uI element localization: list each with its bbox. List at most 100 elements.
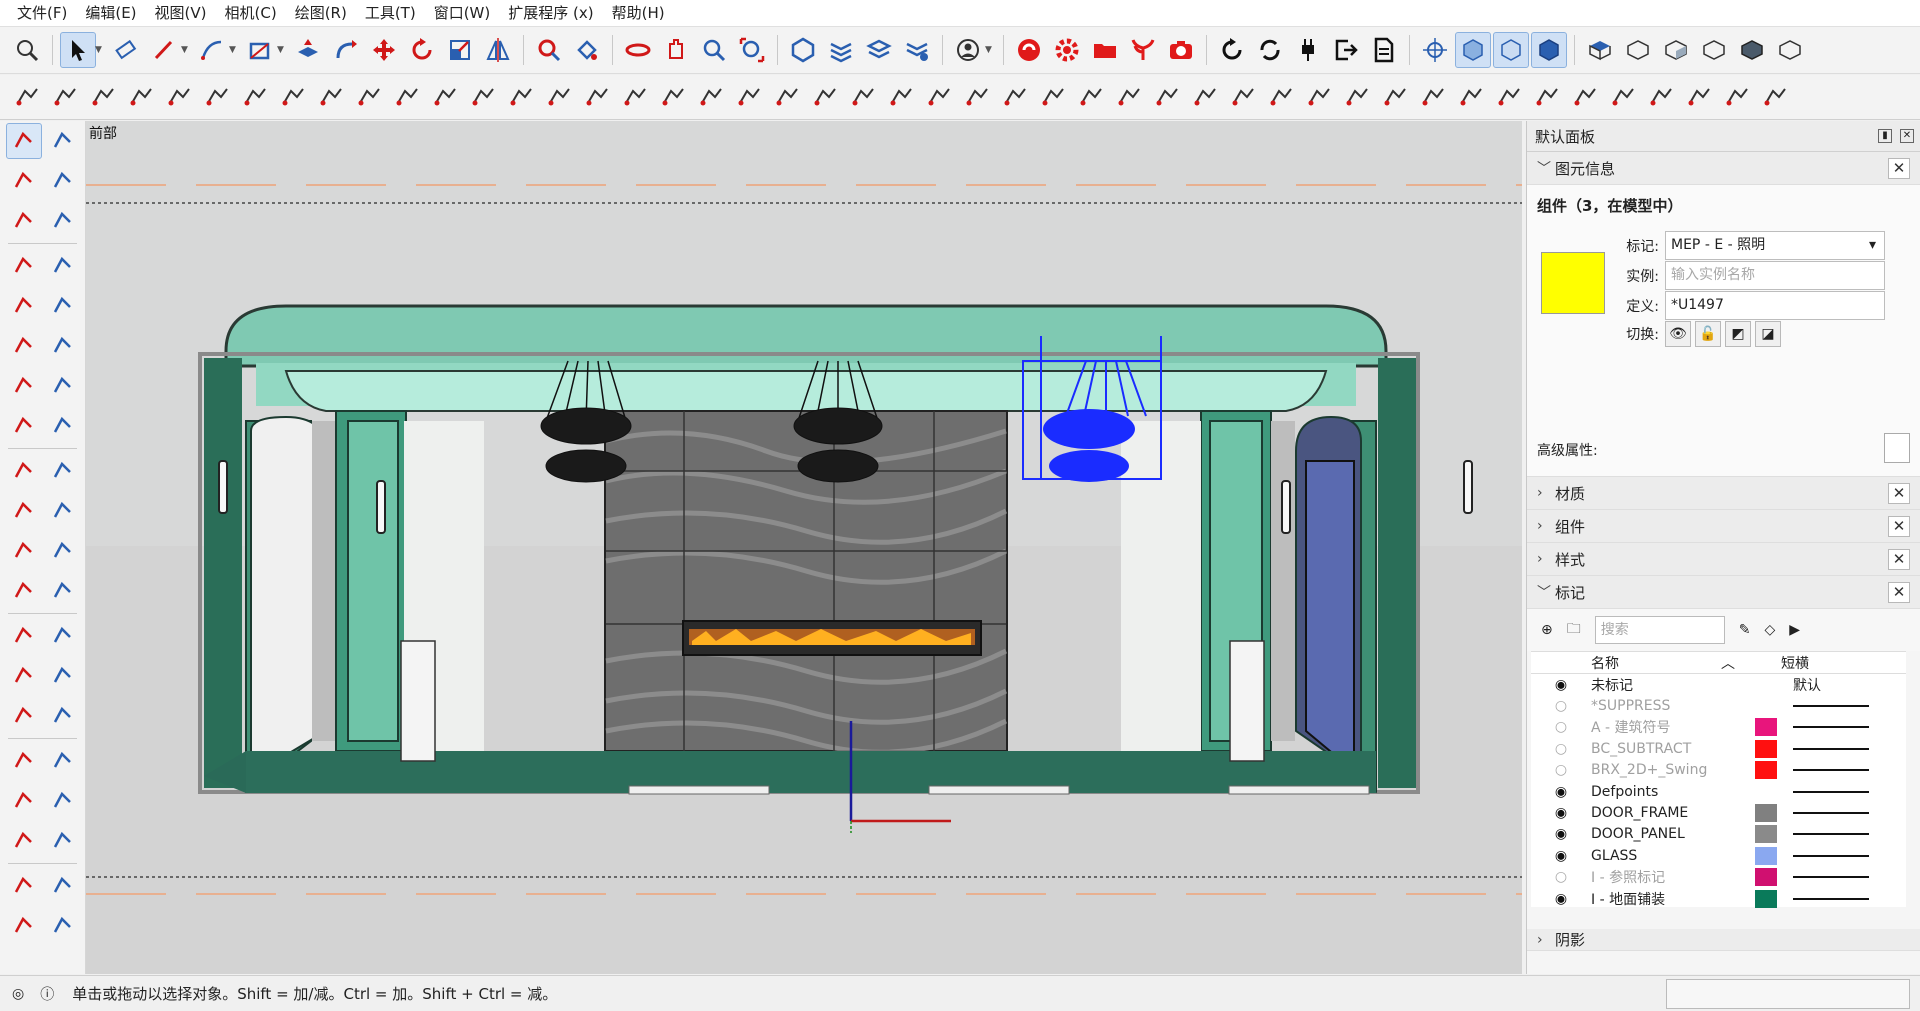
louver-icon[interactable]	[1567, 79, 1603, 115]
select-icon[interactable]	[6, 123, 42, 159]
zoom-icon[interactable]	[696, 32, 732, 68]
paint-icon[interactable]	[6, 163, 42, 199]
layers-icon[interactable]	[861, 32, 897, 68]
col-dash[interactable]: 短横	[1781, 653, 1809, 673]
circle-icon[interactable]	[6, 328, 42, 364]
pan-icon[interactable]	[46, 743, 82, 779]
menu-window[interactable]: 窗口(W)	[425, 0, 500, 27]
lasso-icon[interactable]	[46, 123, 81, 159]
extension-manager-icon[interactable]	[899, 32, 935, 68]
eye-hidden-icon[interactable]: ○	[1531, 762, 1591, 778]
left-view-icon[interactable]	[1734, 32, 1770, 68]
plug-icon[interactable]	[1290, 32, 1326, 68]
push-pull-icon[interactable]	[46, 453, 82, 489]
tag-dash-line[interactable]	[1793, 854, 1869, 857]
orbit-icon[interactable]	[620, 32, 656, 68]
shaded-view-icon[interactable]	[1531, 32, 1567, 68]
tag-row[interactable]: ○ BRX_2D+_Swing	[1531, 760, 1906, 781]
tag-row[interactable]: ◉ DOOR_FRAME	[1531, 802, 1906, 823]
menu-help[interactable]: 帮助(H)	[603, 0, 674, 27]
bend-icon[interactable]	[427, 79, 463, 115]
arc-icon[interactable]	[194, 32, 230, 68]
cube-outline-icon[interactable]	[1643, 79, 1679, 115]
eye-hidden-icon[interactable]: ○	[1531, 698, 1591, 714]
close-icon[interactable]: ✕	[1888, 483, 1910, 504]
eye-icon[interactable]: ◉	[1531, 677, 1591, 693]
panel-icon[interactable]	[1035, 79, 1071, 115]
surface-icon[interactable]	[351, 79, 387, 115]
3d-text-icon[interactable]	[46, 698, 82, 734]
menu-tools[interactable]: 工具(T)	[356, 0, 425, 27]
eye-hidden-icon[interactable]: ○	[1531, 719, 1591, 735]
line-tool-icon[interactable]	[9, 79, 45, 115]
eye-hidden-icon[interactable]: ○	[1531, 741, 1591, 757]
select-tool-icon[interactable]	[60, 32, 96, 68]
gear-cog-icon[interactable]	[313, 79, 349, 115]
flip-icon[interactable]	[46, 573, 82, 609]
section-styles[interactable]: › 样式 ✕	[1527, 543, 1920, 576]
tag-row[interactable]: ○ BC_SUBTRACT	[1531, 738, 1906, 759]
three-point-arc-icon[interactable]	[46, 408, 82, 444]
walk-icon[interactable]	[46, 868, 82, 904]
frame-icon[interactable]	[1415, 79, 1451, 115]
tag-color-swatch[interactable]	[1755, 846, 1777, 865]
wave-icon[interactable]	[1529, 79, 1565, 115]
section-view-icon[interactable]	[1493, 32, 1529, 68]
grid-bars-icon[interactable]	[921, 79, 957, 115]
close-icon[interactable]: ✕	[1900, 129, 1914, 143]
tag-dash-line[interactable]	[1793, 769, 1869, 772]
tag-eraser-icon[interactable]	[46, 203, 82, 239]
cone-icon[interactable]	[845, 79, 881, 115]
model-viewport[interactable]: 前部	[86, 121, 1522, 974]
eye-icon[interactable]: ◉	[1531, 805, 1591, 821]
tag-color-swatch[interactable]	[1755, 825, 1777, 844]
component-icon[interactable]	[6, 203, 42, 239]
tag-color-swatch[interactable]	[1755, 889, 1777, 908]
add-tag-icon[interactable]: ⊕	[1541, 622, 1553, 638]
measure-line-icon[interactable]	[693, 79, 729, 115]
offset-icon[interactable]	[46, 533, 82, 569]
axes-icon[interactable]	[6, 698, 42, 734]
entity-info-header[interactable]: ﹀ 图元信息 ✕	[1527, 152, 1920, 185]
cylinder-icon[interactable]	[541, 79, 577, 115]
model-scene[interactable]	[86, 121, 1522, 974]
zoom-extents-icon[interactable]	[6, 823, 42, 859]
layer-stack-icon[interactable]	[199, 79, 235, 115]
fill-icon[interactable]	[161, 79, 197, 115]
eye-icon[interactable]: ◉	[1531, 891, 1591, 907]
stripes-icon[interactable]	[1301, 79, 1337, 115]
tag-row[interactable]: ◉ I - 地面铺装	[1531, 888, 1906, 909]
zoom-window-icon[interactable]	[734, 32, 770, 68]
paint-bucket-icon[interactable]	[569, 32, 605, 68]
close-icon[interactable]: ✕	[1888, 158, 1910, 179]
dimension-icon[interactable]	[46, 618, 82, 654]
curve-icon[interactable]	[389, 79, 425, 115]
tag-color-swatch[interactable]	[1755, 783, 1777, 801]
corner-icon[interactable]	[617, 79, 653, 115]
rotate-icon[interactable]	[404, 32, 440, 68]
advanced-attributes-button[interactable]	[1884, 433, 1910, 463]
previous-view-icon[interactable]	[46, 823, 82, 859]
gear-icon[interactable]	[1049, 32, 1085, 68]
camera-icon[interactable]	[1163, 32, 1199, 68]
scale-icon[interactable]	[442, 32, 478, 68]
right-view-icon[interactable]	[1658, 32, 1694, 68]
green-box-icon[interactable]	[1719, 79, 1755, 115]
stairs-icon[interactable]	[997, 79, 1033, 115]
eraser-icon[interactable]	[108, 32, 144, 68]
tag-row[interactable]: ◉ 未标记 默认	[1531, 674, 1906, 695]
folder-icon[interactable]	[1087, 32, 1123, 68]
menu-file[interactable]: 文件(F)	[8, 0, 76, 27]
extension-warehouse-icon[interactable]	[823, 32, 859, 68]
follow-me-icon[interactable]	[46, 493, 82, 529]
position-icon[interactable]	[6, 573, 42, 609]
text-icon[interactable]	[46, 658, 82, 694]
tag-dash-line[interactable]	[1793, 897, 1869, 900]
chevron-down-icon[interactable]: ▼	[985, 45, 995, 55]
polyline-icon[interactable]	[123, 79, 159, 115]
tag-tool-icon[interactable]: ◇	[1764, 622, 1775, 638]
section-materials[interactable]: › 材质 ✕	[1527, 477, 1920, 510]
tag-color-swatch[interactable]	[1755, 676, 1777, 694]
tag-color-swatch[interactable]	[1755, 697, 1777, 715]
circle-tool-icon[interactable]	[85, 79, 121, 115]
